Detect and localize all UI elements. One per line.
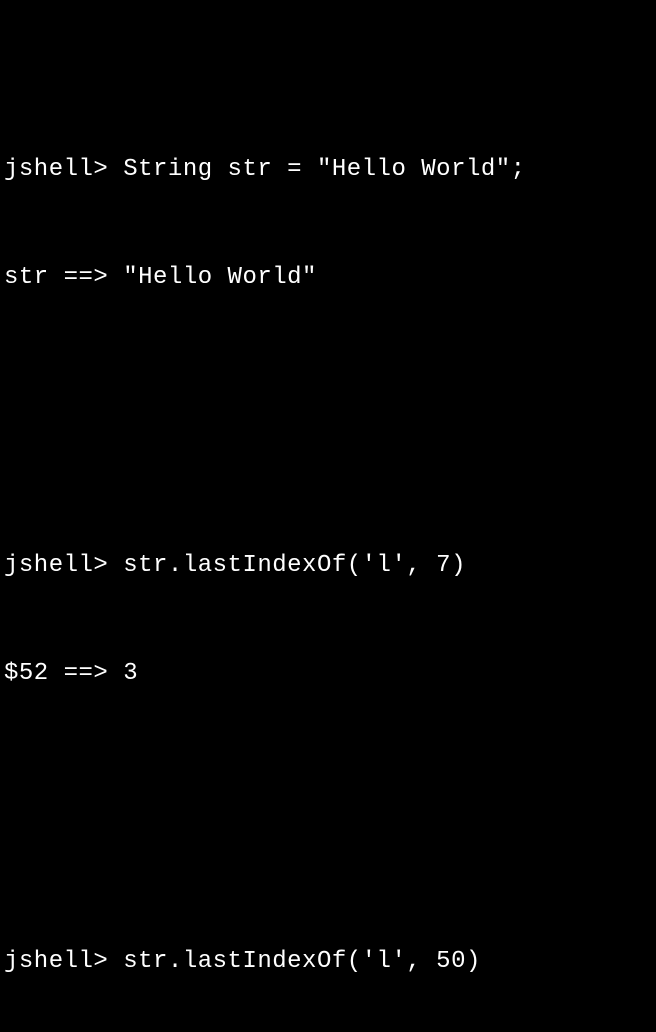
prompt: jshell>	[4, 552, 123, 579]
prompt: jshell>	[4, 156, 123, 183]
input-line: jshell> String str = "Hello World";	[4, 152, 652, 188]
output-line: str ==> "Hello World"	[4, 260, 652, 296]
output-prefix: str ==>	[4, 264, 123, 291]
command: str.lastIndexOf('l', 50)	[123, 948, 481, 975]
command: String str = "Hello World";	[123, 156, 525, 183]
output-value: 3	[123, 660, 138, 687]
jshell-block: jshell> str.lastIndexOf('l', 50) $53 ==>…	[4, 872, 652, 1032]
output-prefix: $52 ==>	[4, 660, 123, 687]
command: str.lastIndexOf('l', 7)	[123, 552, 466, 579]
output-line: $52 ==> 3	[4, 656, 652, 692]
input-line: jshell> str.lastIndexOf('l', 50)	[4, 944, 652, 980]
output-value: "Hello World"	[123, 264, 317, 291]
jshell-block: jshell> String str = "Hello World"; str …	[4, 80, 652, 368]
input-line: jshell> str.lastIndexOf('l', 7)	[4, 548, 652, 584]
terminal-output: jshell> String str = "Hello World"; str …	[4, 8, 652, 1032]
prompt: jshell>	[4, 948, 123, 975]
jshell-block: jshell> str.lastIndexOf('l', 7) $52 ==> …	[4, 476, 652, 764]
